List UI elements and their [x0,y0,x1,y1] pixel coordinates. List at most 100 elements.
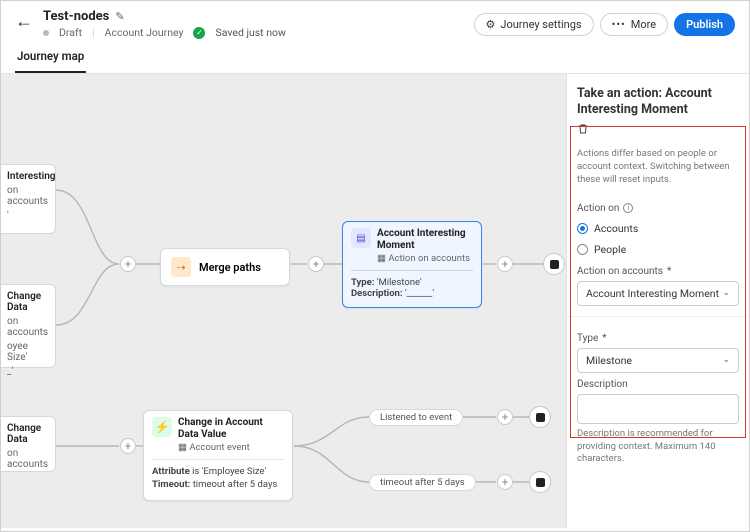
stop-icon [536,413,545,422]
journey-title: Test-nodes [43,9,109,24]
add-node-button[interactable]: + [497,256,513,272]
more-label: More [631,18,656,31]
publish-label: Publish [686,18,723,31]
outcome-pill-timeout[interactable]: timeout after 5 days [369,474,476,491]
header-left: ← Test-nodes ✎ Draft | Account Journey ✓… [15,9,286,39]
radio-accounts-label: Accounts [594,222,638,235]
status-text: Draft [59,26,82,39]
publish-button[interactable]: Publish [674,13,735,36]
journey-settings-label: Journey settings [500,18,581,31]
radio-accounts[interactable]: Accounts [577,222,739,235]
node-name: Account Interesting Moment [377,228,473,252]
tabs-bar: Journey map [1,43,749,74]
to-val: timeout after 5 days [193,479,278,490]
frag-line3: ' [7,210,47,221]
description-hint: Description is recommended for providing… [577,428,739,466]
add-node-button[interactable]: + [497,474,513,490]
action-accounts-label: Action on accounts [577,266,739,277]
meta-row: Draft | Account Journey ✓ Saved just now [43,26,286,39]
stop-icon [550,260,559,269]
attr-val: is 'Employee Size' [192,466,266,477]
add-node-button[interactable]: + [120,438,136,454]
radio-icon [577,223,588,234]
action-accounts-value: Account Interesting Moment [586,287,719,300]
frag-title: Interesting [7,171,47,182]
grid-icon: ▦ [377,253,386,264]
grid-icon: ▦ [178,442,187,453]
attr-key: Attribute [152,466,190,477]
chevron-down-icon: ⌄ [722,355,730,365]
add-node-button[interactable]: + [120,256,136,272]
title-block: Test-nodes ✎ Draft | Account Journey ✓ S… [43,9,286,39]
radio-icon [577,244,588,255]
node-sub: Account event [189,442,249,453]
end-node[interactable] [543,253,565,275]
type-val: 'Milestone' [377,277,422,288]
end-node[interactable] [529,471,551,493]
action-icon: ▤ [351,228,371,248]
add-node-button[interactable]: + [308,256,324,272]
node-merge-paths[interactable]: ⇢ Merge paths [160,248,290,286]
panel-divider [567,316,749,317]
merge-icon: ⇢ [171,257,191,277]
to-key: Timeout: [152,479,190,490]
type-key: Type: [351,277,374,288]
radio-people[interactable]: People [577,243,739,256]
node-account-interesting-moment[interactable]: ▤ Account Interesting Moment ▦ Action on… [342,221,482,308]
delete-node-button[interactable] [577,123,739,138]
frag-title: Change Data [7,291,47,313]
node-change-account-data[interactable]: ⚡ Change in Account Data Value ▦ Account… [143,410,293,501]
stop-icon [536,478,545,487]
workspace: Interesting on accounts ' Change Data on… [1,74,749,528]
info-icon[interactable]: i [623,203,633,213]
title-row: Test-nodes ✎ [43,9,286,24]
frag-sub: on accounts [7,316,47,338]
app-header: ← Test-nodes ✎ Draft | Account Journey ✓… [1,1,749,43]
saved-check-icon: ✓ [193,27,205,39]
frag-sub: on accounts [7,448,47,470]
type-label: Type [577,333,739,344]
node-name: Change in Account Data Value [178,417,284,441]
description-input[interactable] [577,394,739,424]
chevron-down-icon: ⌄ [722,288,730,298]
node-fragment-change-1[interactable]: Change Data on accounts oyee Size' _' [1,284,56,368]
desc-key: Description: [351,288,403,299]
journey-type: Account Journey [105,26,184,39]
properties-panel: Take an action: Account Interesting Mome… [566,74,749,528]
back-arrow-icon[interactable]: ← [15,9,33,32]
radio-people-label: People [594,243,626,256]
node-fragment-interesting[interactable]: Interesting on accounts ' [1,164,56,234]
add-node-button[interactable]: + [497,409,513,425]
tab-journey-map[interactable]: Journey map [15,43,86,73]
event-icon: ⚡ [152,417,172,437]
ellipsis-icon: ••• [612,18,626,31]
edit-title-icon[interactable]: ✎ [115,10,124,23]
more-button[interactable]: ••• More [600,13,668,36]
node-divider [152,459,284,460]
status-dot-icon [43,30,49,36]
description-label: Description [577,379,739,390]
panel-title: Take an action: Account Interesting Mome… [577,86,739,117]
journey-settings-button[interactable]: ⚙ Journey settings [474,13,594,36]
frag-sub: on accounts [7,185,47,207]
journey-canvas[interactable]: Interesting on accounts ' Change Data on… [1,74,566,528]
frag-line3b: _' [7,366,47,377]
type-value: Milestone [586,354,632,367]
saved-text: Saved just now [215,26,285,39]
frag-title: Change Data [7,423,47,445]
frag-line3a: oyee Size' [7,341,47,363]
end-node[interactable] [529,406,551,428]
node-divider [351,270,473,271]
gear-icon: ⚙ [486,18,496,31]
action-accounts-select[interactable]: Account Interesting Moment ⌄ [577,281,739,306]
action-on-label: Action on i [577,203,739,214]
meta-divider: | [92,26,95,39]
header-right: ⚙ Journey settings ••• More Publish [474,13,735,36]
node-fragment-change-2[interactable]: Change Data on accounts [1,416,56,472]
desc-val: '______' [405,288,434,299]
node-sub: Action on accounts [388,253,470,264]
merge-label: Merge paths [199,261,261,274]
outcome-pill-listened[interactable]: Listened to event [369,409,463,426]
type-select[interactable]: Milestone ⌄ [577,348,739,373]
panel-hint: Actions differ based on people or accoun… [577,148,739,186]
